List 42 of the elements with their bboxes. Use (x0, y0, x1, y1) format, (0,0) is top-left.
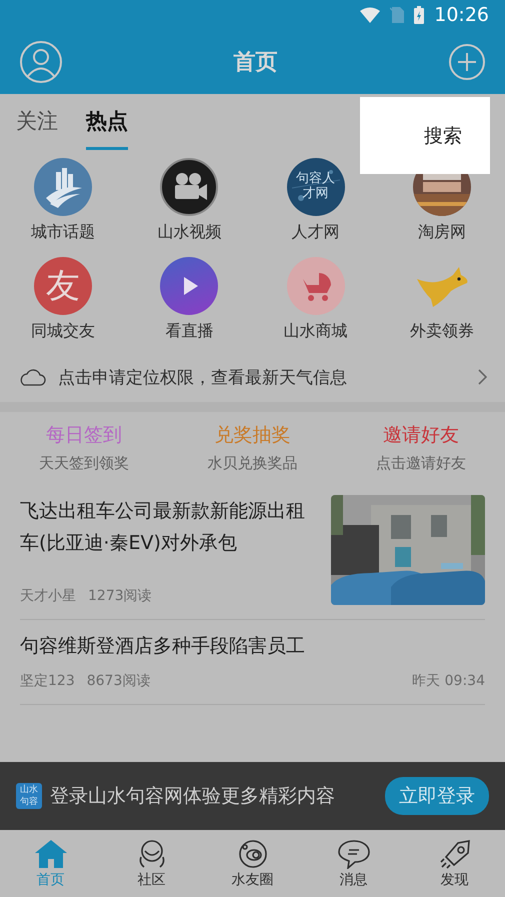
weather-prompt[interactable]: 点击申请定位权限，查看最新天气信息 (58, 366, 465, 388)
tab[interactable]: 关注 (16, 104, 58, 150)
shortcut-label[interactable]: 外卖领券 (410, 321, 474, 342)
tab[interactable]: 热点 (86, 104, 128, 150)
task-subtitle: 水贝兑换奖品 (207, 454, 298, 473)
add-icon[interactable] (449, 44, 485, 80)
nav-item[interactable]: 消息 (303, 830, 404, 897)
battery-charging-icon (414, 6, 424, 24)
wifi-icon (360, 7, 380, 23)
nav-item[interactable]: 社区 (101, 830, 202, 897)
page-title: 首页 (234, 49, 278, 77)
nav-item[interactable]: 水友圈 (202, 830, 303, 897)
rocket-icon (438, 838, 472, 868)
talent-logo-icon: 句容人才网 (286, 158, 345, 216)
login-prompt: 登录山水句容网体验更多精彩内容 (50, 784, 336, 809)
shortcut-label[interactable]: 同城交友 (31, 321, 96, 342)
app-logo: 山水句容 (16, 783, 42, 809)
status-time: 10:26 (434, 4, 489, 26)
friend-icon: 友 (34, 257, 92, 315)
avatar-icon[interactable] (20, 41, 62, 83)
read-count: 1273阅读 (88, 587, 152, 605)
cloud-icon (18, 368, 46, 386)
article-title[interactable]: 飞达出租车公司最新款新能源出租车(比亚迪·秦EV)对外承包 (20, 495, 317, 559)
task-subtitle: 点击邀请好友 (376, 454, 466, 473)
shortcut-label[interactable]: 山水商城 (284, 321, 348, 342)
read-count: 8673阅读 (86, 672, 150, 690)
home-icon (34, 838, 68, 868)
article-time: 昨天 09:34 (412, 672, 485, 690)
shortcut-label[interactable]: 山水视频 (157, 222, 222, 243)
chevron-right-icon (477, 369, 487, 385)
shortcut-label[interactable]: 人才网 (292, 222, 340, 243)
shortcut-label[interactable]: 城市话题 (31, 222, 96, 243)
article-author: 天才小星 (20, 587, 76, 605)
article-author: 坚定123 (20, 672, 75, 690)
chat-icon (336, 838, 370, 868)
shortcut-label[interactable]: 淘房网 (418, 222, 466, 243)
article-title[interactable]: 句容维斯登酒店多种手段陷害员工 (20, 630, 485, 662)
no-sim-icon (390, 7, 404, 23)
task-subtitle: 天天签到领奖 (39, 454, 130, 473)
nav-item[interactable]: 发现 (404, 830, 505, 897)
menu-item[interactable]: 搜索 (424, 122, 462, 148)
shortcut-label[interactable]: 看直播 (165, 321, 214, 342)
